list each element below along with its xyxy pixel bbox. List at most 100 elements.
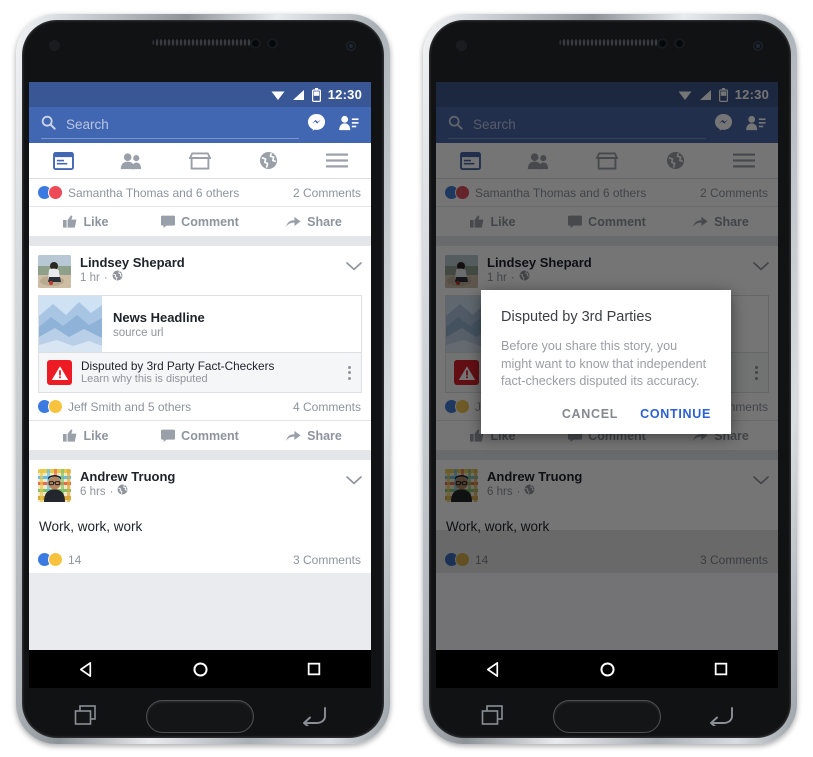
android-nav-bar — [436, 650, 778, 688]
hw-home-key[interactable] — [550, 699, 664, 733]
share-button[interactable]: Share — [257, 429, 371, 443]
phone-screen-right: 12:30 Search Samantha Thomas and 6 other… — [436, 82, 778, 650]
top-post-comment-count[interactable]: 2 Comments — [293, 186, 361, 200]
like-button[interactable]: Like — [29, 215, 143, 229]
top-post-actions: Like Comment Share — [29, 206, 371, 236]
header-icons — [307, 113, 361, 137]
tab-marketplace[interactable] — [166, 143, 234, 178]
tab-news-feed[interactable] — [29, 143, 97, 178]
wifi-icon — [271, 89, 285, 101]
post-options-chevron-down-icon[interactable] — [346, 255, 362, 276]
link-source-url: source url — [113, 326, 164, 339]
share-button[interactable]: Share — [257, 215, 371, 229]
light-sensor-icon — [268, 39, 277, 48]
post-two-comment-count[interactable]: 3 Comments — [293, 553, 361, 567]
post-time-text: 6 hrs — [80, 485, 106, 498]
nav-recents-icon[interactable] — [664, 661, 778, 677]
disputed-banner[interactable]: Disputed by 3rd Party Fact-Checkers Lear… — [38, 353, 362, 393]
hw-back-key[interactable] — [257, 706, 371, 726]
post-header: Lindsey Shepard 1 hr · — [29, 246, 371, 295]
comment-label: Comment — [181, 428, 239, 443]
comment-label: Comment — [181, 214, 239, 229]
link-text-block: News Headline source url — [102, 296, 361, 352]
proximity-sensor-icon — [251, 39, 260, 48]
search-icon — [41, 115, 56, 135]
notification-led — [49, 40, 60, 51]
cancel-button[interactable]: CANCEL — [562, 407, 618, 421]
post-two-reaction-count[interactable]: 14 — [68, 553, 293, 567]
top-post-reactors[interactable]: Samantha Thomas and 6 others — [68, 186, 293, 200]
phone-left: 12:30 Search Samantha Thomas and 6 other… — [16, 14, 390, 744]
avatar[interactable] — [38, 255, 71, 288]
phone-top-features — [16, 22, 390, 72]
disputed-subtitle[interactable]: Learn why this is disputed — [81, 373, 274, 386]
screenshot-stage: 12:30 Search Samantha Thomas and 6 other… — [0, 0, 813, 757]
phone-screen-left: 12:30 Search Samantha Thomas and 6 other… — [29, 82, 371, 650]
dialog-title: Disputed by 3rd Parties — [501, 309, 652, 325]
link-preview-card[interactable]: News Headline source url — [38, 295, 362, 353]
post-two-meta: 14 3 Comments — [29, 546, 371, 573]
hw-recents-key[interactable] — [29, 705, 143, 727]
post-author-block: Andrew Truong 6 hrs · — [80, 469, 175, 500]
post-timestamp: 6 hrs · — [80, 484, 175, 500]
feed-divider — [29, 236, 371, 246]
dialog-actions: CANCEL CONTINUE — [481, 391, 731, 434]
warning-triangle-icon — [47, 360, 72, 385]
nav-home-icon[interactable] — [143, 661, 257, 678]
messenger-icon[interactable] — [307, 113, 326, 137]
reaction-icons — [37, 399, 63, 414]
hw-home-key[interactable] — [143, 699, 257, 733]
post-one-comment-count[interactable]: 4 Comments — [293, 400, 361, 414]
hw-recents-key[interactable] — [436, 705, 550, 727]
post-author-name[interactable]: Lindsey Shepard — [80, 255, 185, 270]
front-camera-icon — [346, 41, 356, 51]
home-key[interactable] — [146, 699, 254, 733]
like-button[interactable]: Like — [29, 429, 143, 443]
nav-back-icon[interactable] — [29, 661, 143, 678]
earpiece-speaker — [152, 39, 254, 46]
avatar[interactable] — [38, 469, 71, 502]
light-sensor-icon — [675, 39, 684, 48]
modal-scrim-soft — [436, 530, 778, 650]
reaction-icons — [37, 185, 63, 200]
tab-notifications[interactable] — [234, 143, 302, 178]
disputed-title: Disputed by 3rd Party Fact-Checkers — [81, 359, 275, 373]
continue-button[interactable]: CONTINUE — [640, 407, 711, 421]
post-author-name[interactable]: Andrew Truong — [80, 469, 175, 484]
signal-icon — [292, 89, 305, 101]
post-one-reactors[interactable]: Jeff Smith and 5 others — [68, 400, 293, 414]
time-separator-dot: · — [103, 271, 108, 284]
globe-privacy-icon[interactable] — [112, 270, 123, 286]
nav-recents-icon[interactable] — [257, 661, 371, 677]
facebook-header: Search — [29, 107, 371, 143]
post-options-chevron-down-icon[interactable] — [346, 469, 362, 490]
post-one-meta: Jeff Smith and 5 others 4 Comments — [29, 393, 371, 420]
hw-back-key[interactable] — [664, 706, 778, 726]
like-label: Like — [83, 214, 109, 229]
reaction-icons — [37, 552, 63, 567]
search-bar[interactable]: Search — [41, 111, 299, 139]
hardware-key-row — [29, 694, 371, 738]
comment-button[interactable]: Comment — [143, 429, 257, 443]
nav-home-icon[interactable] — [550, 661, 664, 678]
phone-top-features — [423, 22, 797, 72]
globe-privacy-icon[interactable] — [117, 484, 128, 500]
friend-requests-icon[interactable] — [338, 114, 359, 137]
tab-more[interactable] — [303, 143, 371, 178]
disputed-overflow-menu-icon[interactable] — [348, 365, 353, 380]
post-timestamp: 1 hr · — [80, 270, 185, 286]
home-key[interactable] — [553, 699, 661, 733]
disputed-text-block: Disputed by 3rd Party Fact-Checkers Lear… — [81, 359, 274, 386]
notification-led — [456, 40, 467, 51]
tab-friends[interactable] — [97, 143, 165, 178]
post-lindsey-shepard: Lindsey Shepard 1 hr · — [29, 246, 371, 450]
feed-divider — [29, 450, 371, 460]
nav-back-icon[interactable] — [436, 661, 550, 678]
search-placeholder: Search — [66, 117, 109, 132]
post-time-text: 1 hr — [80, 271, 100, 284]
post-andrew-truong: Andrew Truong 6 hrs · Work, work, work 1… — [29, 460, 371, 573]
tab-bar — [29, 143, 371, 179]
comment-button[interactable]: Comment — [143, 215, 257, 229]
status-time: 12:30 — [327, 87, 362, 102]
time-separator-dot: · — [109, 485, 114, 498]
